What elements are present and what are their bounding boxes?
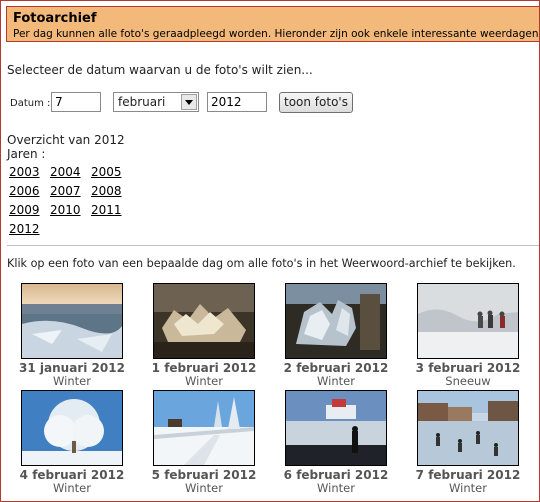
photo-category: Sneeuw (445, 374, 491, 388)
years-label: Jaren : (7, 147, 46, 161)
photo-thumbnail[interactable] (153, 390, 255, 466)
photo-card[interactable]: 6 februari 2012 Winter (270, 390, 402, 495)
year-input[interactable] (207, 92, 267, 112)
show-photos-button[interactable]: toon foto's (279, 92, 353, 113)
year-link-2006[interactable]: 2006 (9, 184, 41, 198)
photo-category: Winter (185, 481, 223, 495)
date-form: Datum : februari toon foto's (1, 92, 539, 116)
photo-category: Winter (317, 374, 355, 388)
year-link-2012[interactable]: 2012 (9, 222, 41, 236)
year-link-2008[interactable]: 2008 (91, 184, 123, 198)
photo-date: 1 februari 2012 (151, 361, 257, 375)
photo-category: Winter (317, 481, 355, 495)
photo-date: 31 januari 2012 (19, 361, 125, 375)
photo-date: 5 februari 2012 (151, 468, 257, 482)
year-link-2010[interactable]: 2010 (50, 203, 82, 217)
month-select[interactable]: februari (113, 92, 199, 112)
year-link-2011[interactable]: 2011 (91, 203, 123, 217)
page-frame: Fotoarchief Per dag kunnen alle foto's g… (0, 0, 540, 502)
chevron-down-icon[interactable] (181, 94, 197, 110)
page-title: Fotoarchief (13, 11, 97, 26)
year-link-2005[interactable]: 2005 (91, 165, 123, 179)
photo-card[interactable]: 2 februari 2012 Winter (270, 283, 402, 388)
photo-card[interactable]: 7 februari 2012 Winter (402, 390, 534, 495)
page-header: Fotoarchief Per dag kunnen alle foto's g… (6, 6, 540, 42)
year-overview: Overzicht van 2012 Jaren : (7, 133, 125, 161)
date-instruction: Selecteer de datum waarvan u de foto's w… (7, 63, 313, 77)
page-subtitle: Per dag kunnen alle foto's geraadpleegd … (13, 28, 540, 40)
photo-thumbnail[interactable] (21, 283, 123, 359)
divider (7, 245, 539, 246)
photo-card[interactable]: 31 januari 2012 Winter (6, 283, 138, 388)
photo-category: Winter (53, 374, 91, 388)
year-link-2009[interactable]: 2009 (9, 203, 41, 217)
overview-title: Overzicht van 2012 (7, 133, 125, 147)
photo-card[interactable]: 5 februari 2012 Winter (138, 390, 270, 495)
photo-gallery: 31 januari 2012 Winter 1 februari 2012 W… (1, 283, 539, 501)
photo-category: Winter (449, 481, 487, 495)
photo-date: 6 februari 2012 (283, 468, 389, 482)
gallery-instruction: Klik op een foto van een bepaalde dag om… (7, 257, 516, 270)
year-link-2004[interactable]: 2004 (50, 165, 82, 179)
photo-date: 3 februari 2012 (415, 361, 521, 375)
photo-card[interactable]: 1 februari 2012 Winter (138, 283, 270, 388)
photo-thumbnail[interactable] (153, 283, 255, 359)
photo-card[interactable]: 4 februari 2012 Winter (6, 390, 138, 495)
photo-thumbnail[interactable] (285, 390, 387, 466)
month-select-value: februari (118, 95, 166, 109)
photo-thumbnail[interactable] (285, 283, 387, 359)
photo-date: 7 februari 2012 (415, 468, 521, 482)
photo-thumbnail[interactable] (417, 390, 519, 466)
photo-thumbnail[interactable] (417, 283, 519, 359)
photo-thumbnail[interactable] (21, 390, 123, 466)
photo-category: Winter (185, 374, 223, 388)
day-input[interactable] (51, 92, 101, 112)
photo-date: 2 februari 2012 (283, 361, 389, 375)
photo-category: Winter (53, 481, 91, 495)
year-link-2003[interactable]: 2003 (9, 165, 41, 179)
date-label: Datum : (10, 98, 51, 109)
photo-card[interactable]: 3 februari 2012 Sneeuw (402, 283, 534, 388)
photo-date: 4 februari 2012 (19, 468, 125, 482)
year-link-2007[interactable]: 2007 (50, 184, 82, 198)
